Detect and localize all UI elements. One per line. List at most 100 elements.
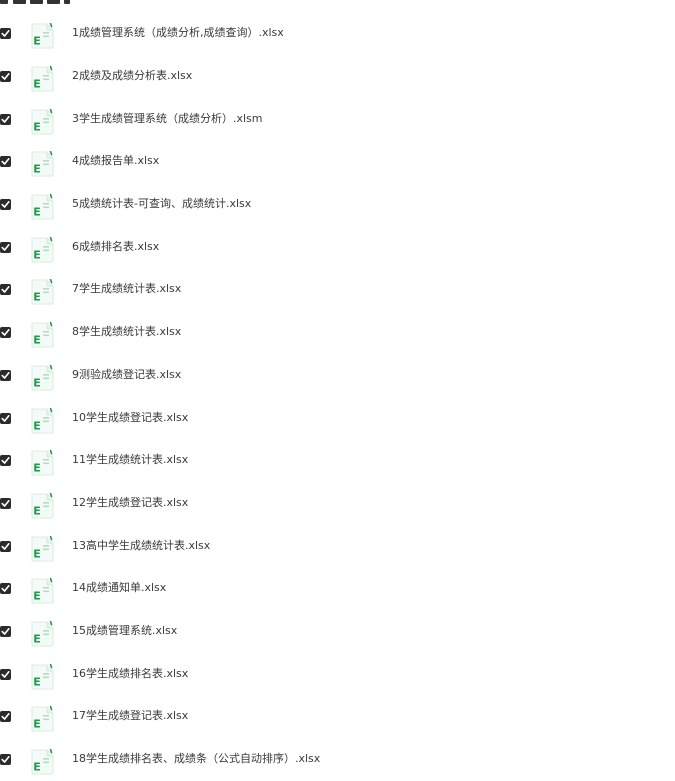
svg-text:E: E — [33, 248, 41, 261]
checkmark-icon — [1, 627, 10, 635]
checkbox-checked[interactable] — [0, 241, 11, 253]
file-row-8[interactable]: E 8学生成绩统计表.xlsx — [0, 312, 675, 355]
checkbox-checked[interactable] — [0, 369, 11, 381]
svg-text:E: E — [33, 547, 41, 560]
checkmark-icon — [1, 499, 10, 507]
excel-file-icon: E — [29, 194, 55, 220]
checkbox-checked[interactable] — [0, 754, 11, 766]
file-name[interactable]: 2成绩及成绩分析表.xlsx — [72, 68, 192, 84]
file-name[interactable]: 12学生成绩登记表.xlsx — [72, 495, 188, 511]
file-name[interactable]: 17学生成绩登记表.xlsx — [72, 708, 188, 724]
file-row-7[interactable]: E 7学生成绩统计表.xlsx — [0, 269, 675, 312]
file-row-16[interactable]: E 16学生成绩排名表.xlsx — [0, 653, 675, 696]
file-row-10[interactable]: E 10学生成绩登记表.xlsx — [0, 397, 675, 440]
excel-file-icon: E — [29, 322, 55, 348]
file-name[interactable]: 13高中学生成绩统计表.xlsx — [72, 538, 210, 554]
file-row-5[interactable]: E 5成绩统计表-可查询、成绩统计.xlsx — [0, 184, 675, 227]
file-name[interactable]: 3学生成绩管理系统（成绩分析）.xlsm — [72, 111, 263, 127]
file-row-13[interactable]: E 13高中学生成绩统计表.xlsx — [0, 525, 675, 568]
file-name[interactable]: 15成绩管理系统.xlsx — [72, 623, 177, 639]
file-name[interactable]: 4成绩报告单.xlsx — [72, 153, 159, 169]
excel-file-icon: E — [29, 578, 55, 604]
svg-text:E: E — [33, 590, 41, 603]
checkbox-checked[interactable] — [0, 540, 11, 552]
file-row-6[interactable]: E 6成绩排名表.xlsx — [0, 226, 675, 269]
excel-file-icon: E — [29, 450, 55, 476]
checkmark-icon — [1, 756, 10, 763]
checkbox-checked[interactable] — [0, 199, 11, 211]
file-name[interactable]: 14成绩通知单.xlsx — [72, 580, 166, 596]
checkmark-icon — [1, 670, 10, 678]
svg-text:E: E — [33, 504, 41, 517]
svg-text:E: E — [33, 376, 41, 389]
checkbox-checked[interactable] — [0, 284, 11, 296]
checkmark-icon — [1, 30, 10, 38]
file-name[interactable]: 9测验成绩登记表.xlsx — [72, 367, 181, 383]
file-row-3[interactable]: E 3学生成绩管理系统（成绩分析）.xlsm — [0, 98, 675, 141]
checkbox-checked[interactable] — [0, 497, 11, 509]
file-row-15[interactable]: E 15成绩管理系统.xlsx — [0, 611, 675, 654]
file-name[interactable]: 18学生成绩排名表、成绩条（公式自动排序）.xlsx — [72, 751, 320, 767]
file-name[interactable]: 8学生成绩统计表.xlsx — [72, 324, 181, 340]
excel-file-icon: E — [29, 407, 55, 434]
checkbox-checked[interactable] — [0, 455, 11, 467]
svg-text:E: E — [33, 120, 41, 133]
checkmark-icon — [1, 115, 10, 123]
file-name[interactable]: 6成绩排名表.xlsx — [72, 239, 159, 255]
excel-file-icon: E — [29, 492, 55, 519]
checkbox-checked[interactable] — [0, 625, 11, 637]
checkbox-checked[interactable] — [0, 668, 11, 680]
checkmark-icon — [1, 286, 10, 294]
checkbox-checked[interactable] — [0, 156, 11, 168]
svg-text:E: E — [33, 206, 41, 219]
file-list: E 1成绩管理系统（成绩分析,成绩查询）.xlsx E 2成绩及成绩分析表.xl… — [0, 13, 675, 781]
file-name[interactable]: 5成绩统计表-可查询、成绩统计.xlsx — [72, 196, 251, 212]
file-row-17[interactable]: E 17学生成绩登记表.xlsx — [0, 696, 675, 739]
excel-file-icon: E — [29, 364, 55, 391]
excel-file-icon: E — [29, 620, 55, 647]
file-row-9[interactable]: E 9测验成绩登记表.xlsx — [0, 355, 675, 398]
svg-text:E: E — [33, 35, 41, 48]
excel-file-icon: E — [29, 151, 55, 177]
file-row-1[interactable]: E 1成绩管理系统（成绩分析,成绩查询）.xlsx — [0, 13, 675, 56]
cut-off-header — [0, 0, 675, 8]
checkmark-icon — [1, 457, 10, 465]
file-name[interactable]: 10学生成绩登记表.xlsx — [72, 410, 188, 426]
excel-file-icon: E — [29, 749, 55, 775]
file-row-11[interactable]: E 11学生成绩统计表.xlsx — [0, 440, 675, 483]
file-row-12[interactable]: E 12学生成绩登记表.xlsx — [0, 483, 675, 526]
checkbox-checked[interactable] — [0, 327, 11, 339]
checkbox-checked[interactable] — [0, 28, 11, 40]
checkbox-checked[interactable] — [0, 412, 11, 424]
checkbox-checked[interactable] — [0, 113, 11, 125]
checkmark-icon — [1, 414, 10, 422]
file-name[interactable]: 1成绩管理系统（成绩分析,成绩查询）.xlsx — [72, 25, 284, 41]
excel-file-icon: E — [29, 236, 55, 263]
svg-text:E: E — [33, 163, 41, 176]
checkmark-icon — [1, 585, 10, 593]
svg-text:E: E — [33, 675, 41, 688]
checkmark-icon — [1, 542, 10, 550]
excel-file-icon: E — [29, 23, 55, 49]
file-row-18[interactable]: E 18学生成绩排名表、成绩条（公式自动排序）.xlsx — [0, 739, 675, 781]
checkmark-icon — [1, 329, 10, 336]
excel-file-icon: E — [29, 535, 55, 562]
excel-file-icon: E — [29, 66, 55, 92]
file-row-14[interactable]: E 14成绩通知单.xlsx — [0, 568, 675, 611]
checkmark-icon — [1, 158, 10, 166]
checkbox-checked[interactable] — [0, 583, 11, 595]
excel-file-icon: E — [29, 706, 55, 732]
checkbox-checked[interactable] — [0, 711, 11, 723]
svg-text:E: E — [33, 718, 41, 731]
file-row-4[interactable]: E 4成绩报告单.xlsx — [0, 141, 675, 184]
file-name[interactable]: 11学生成绩统计表.xlsx — [72, 452, 188, 468]
file-name[interactable]: 16学生成绩排名表.xlsx — [72, 666, 188, 682]
file-name[interactable]: 7学生成绩统计表.xlsx — [72, 281, 181, 297]
svg-text:E: E — [33, 632, 41, 645]
checkmark-icon — [1, 243, 10, 251]
svg-text:E: E — [33, 419, 41, 432]
checkmark-icon — [1, 371, 10, 379]
checkmark-icon — [1, 201, 10, 208]
file-row-2[interactable]: E 2成绩及成绩分析表.xlsx — [0, 56, 675, 99]
checkbox-checked[interactable] — [0, 71, 11, 83]
